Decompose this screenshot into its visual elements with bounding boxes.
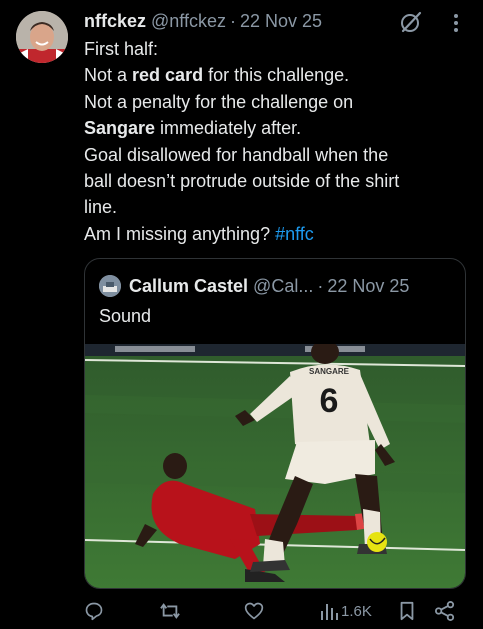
quote-image[interactable]: SANGARE 6 <box>85 340 465 588</box>
tweet-line: Sangare immediately after. <box>84 118 302 139</box>
user-avatar-photo <box>16 11 68 63</box>
views-count: 1.6K <box>341 602 372 620</box>
share-button[interactable] <box>434 598 456 624</box>
tweet-text: First half: Not a red card for this chal… <box>84 36 474 247</box>
like-button[interactable] <box>244 598 264 624</box>
quote-avatar <box>99 275 121 297</box>
author-name[interactable]: nffckez <box>84 11 146 32</box>
reply-button[interactable] <box>84 598 104 624</box>
hashtag-link[interactable]: #nffc <box>275 224 314 244</box>
like-icon <box>244 602 264 620</box>
quote-author-handle: @Cal... <box>253 275 314 296</box>
quote-date: 22 Nov 25 <box>327 275 410 296</box>
views-icon <box>321 604 338 620</box>
quote-header: Callum Castel @Cal... · 22 Nov 25 <box>99 274 409 298</box>
separator-dot: · <box>230 10 236 31</box>
tweet-line: line. <box>84 197 118 218</box>
jersey-number: 6 <box>320 382 339 420</box>
quoted-tweet[interactable]: Callum Castel @Cal... · 22 Nov 25 Sound <box>84 258 466 589</box>
separator-dot: · <box>317 275 324 296</box>
views-button[interactable]: 1.6K <box>320 598 372 624</box>
author-handle[interactable]: @nffckez <box>151 11 226 32</box>
bookmark-button[interactable] <box>398 598 416 624</box>
tweet-line: ball doesn’t protrude outside of the shi… <box>84 171 400 192</box>
bookmark-icon <box>400 601 414 621</box>
quote-author-name: Callum Castel <box>129 275 249 296</box>
share-icon <box>435 601 455 621</box>
author-avatar[interactable] <box>16 11 68 63</box>
reply-icon <box>85 602 103 621</box>
tweet-line: Not a penalty for the challenge on <box>84 91 354 112</box>
retweet-icon <box>160 603 180 619</box>
tweet-header: nffckez @nffckez · 22 Nov 25 <box>84 9 322 33</box>
tweet-date[interactable]: 22 Nov 25 <box>240 11 322 32</box>
quote-avatar-icon <box>99 275 121 297</box>
tweet-line: Goal disallowed for handball when the <box>84 144 389 165</box>
grok-icon[interactable] <box>398 9 424 35</box>
tweet-line: First half: <box>84 39 159 59</box>
quote-text: Sound <box>99 306 152 326</box>
jersey-name: SANGARE <box>309 367 350 376</box>
retweet-button[interactable] <box>159 598 181 624</box>
more-options-icon[interactable] <box>448 10 464 36</box>
tweet-line: Not a red card for this challenge. <box>84 65 350 86</box>
tweet-line: Am I missing anything? #nffc <box>84 223 314 244</box>
action-bar: 1.6K <box>84 598 474 624</box>
football <box>367 532 387 552</box>
